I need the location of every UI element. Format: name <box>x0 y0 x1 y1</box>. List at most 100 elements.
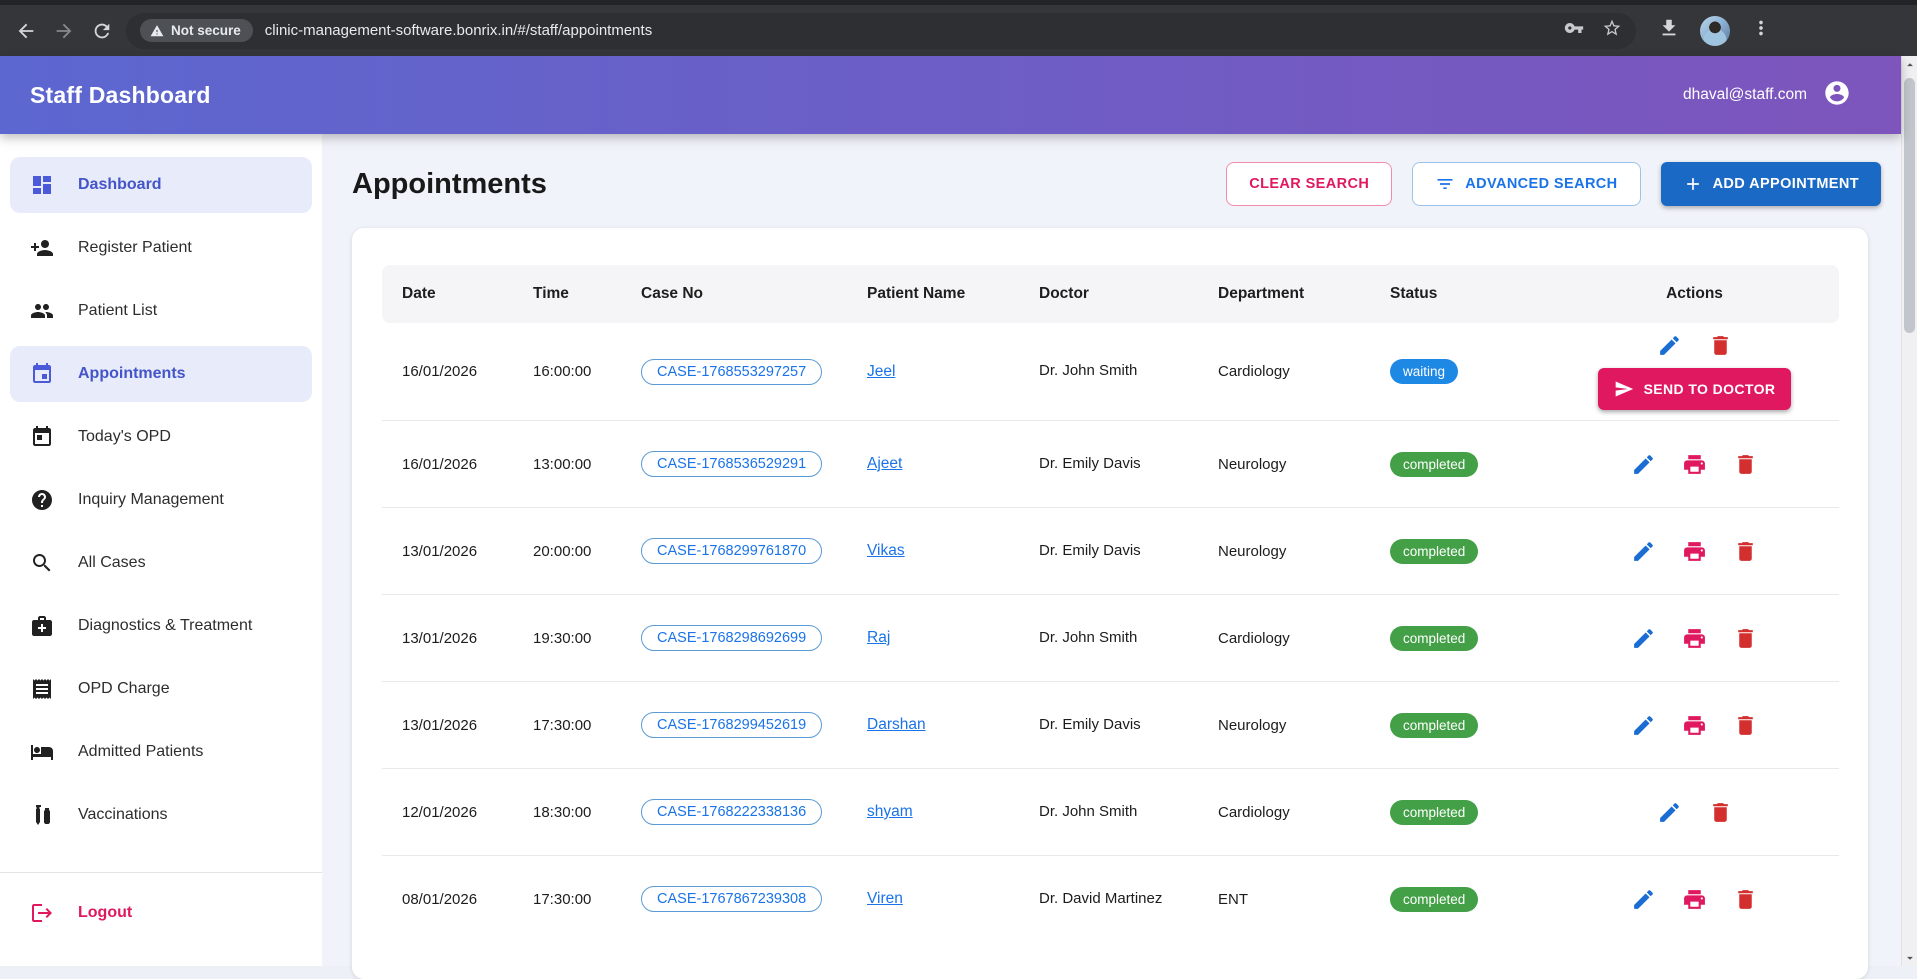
cell-time: 19:30:00 <box>513 595 621 682</box>
scrollbar-thumb[interactable] <box>1904 78 1915 333</box>
sidebar-item-inquiry-management[interactable]: Inquiry Management <box>10 472 312 528</box>
browser-forward-icon[interactable] <box>52 19 76 43</box>
case-number-badge: CASE-1767867239308 <box>641 886 822 912</box>
add-appointment-button[interactable]: ADD APPOINTMENT <box>1661 162 1881 206</box>
browser-back-icon[interactable] <box>14 19 38 43</box>
account-circle-icon[interactable] <box>1823 79 1851 112</box>
sidebar-item-opd-charge[interactable]: OPD Charge <box>10 661 312 717</box>
scroll-up-icon[interactable] <box>1902 56 1917 73</box>
cell-date: 13/01/2026 <box>382 508 513 595</box>
receipt-icon <box>30 677 54 701</box>
sidebar: Dashboard Register Patient Patient List … <box>0 134 322 966</box>
send-to-doctor-button[interactable]: SEND TO DOCTOR <box>1598 368 1792 410</box>
cell-date: 13/01/2026 <box>382 595 513 682</box>
column-header-department: Department <box>1198 265 1370 323</box>
filter-icon <box>1435 174 1455 194</box>
print-icon[interactable] <box>1682 539 1707 564</box>
send-icon <box>1614 379 1634 399</box>
help-icon <box>30 488 54 512</box>
page-scrollbar[interactable] <box>1901 56 1917 966</box>
cell-doctor: Dr. David Martinez <box>1019 856 1198 943</box>
table-row: 13/01/2026 20:00:00 CASE-1768299761870 V… <box>382 508 1839 595</box>
cell-department: Cardiology <box>1198 769 1370 856</box>
status-badge: completed <box>1390 452 1478 477</box>
print-icon[interactable] <box>1682 452 1707 477</box>
cell-time: 13:00:00 <box>513 421 621 508</box>
delete-icon[interactable] <box>1733 539 1758 564</box>
column-header-date: Date <box>382 265 513 323</box>
browser-menu-icon[interactable] <box>1750 17 1772 44</box>
status-badge: completed <box>1390 539 1478 564</box>
appointments-card: DateTimeCase NoPatient NameDoctorDepartm… <box>352 228 1868 979</box>
bookmark-star-icon[interactable] <box>1602 18 1622 43</box>
cell-doctor: Dr. Emily Davis <box>1019 682 1198 769</box>
sidebar-item-admitted-patients[interactable]: Admitted Patients <box>10 724 312 780</box>
patient-link[interactable]: shyam <box>867 803 913 820</box>
patient-link[interactable]: Raj <box>867 629 890 646</box>
patient-link[interactable]: Darshan <box>867 716 926 733</box>
password-key-icon[interactable] <box>1564 18 1584 43</box>
medical-cross-icon <box>30 614 54 638</box>
sidebar-item-diagnostics-treatment[interactable]: Diagnostics & Treatment <box>10 598 312 654</box>
edit-icon[interactable] <box>1631 626 1656 651</box>
delete-icon[interactable] <box>1708 800 1733 825</box>
table-row: 13/01/2026 19:30:00 CASE-1768298692699 R… <box>382 595 1839 682</box>
edit-icon[interactable] <box>1631 713 1656 738</box>
edit-icon[interactable] <box>1657 800 1682 825</box>
print-icon[interactable] <box>1682 713 1707 738</box>
warning-icon <box>150 24 164 38</box>
delete-icon[interactable] <box>1708 333 1733 358</box>
address-bar[interactable]: Not secure clinic-management-software.bo… <box>126 13 1636 49</box>
delete-icon[interactable] <box>1733 452 1758 477</box>
plus-icon <box>1683 174 1703 194</box>
sidebar-item-patient-list[interactable]: Patient List <box>10 283 312 339</box>
edit-icon[interactable] <box>1631 452 1656 477</box>
cell-date: 16/01/2026 <box>382 421 513 508</box>
sidebar-item-dashboard[interactable]: Dashboard <box>10 157 312 213</box>
vaccine-icon <box>30 803 54 827</box>
cell-date: 16/01/2026 <box>382 323 513 421</box>
print-icon[interactable] <box>1682 626 1707 651</box>
downloads-icon[interactable] <box>1658 17 1680 44</box>
cell-date: 13/01/2026 <box>382 682 513 769</box>
advanced-search-button[interactable]: ADVANCED SEARCH <box>1412 162 1640 206</box>
not-secure-chip[interactable]: Not secure <box>140 19 253 42</box>
edit-icon[interactable] <box>1631 887 1656 912</box>
sidebar-item-register-patient[interactable]: Register Patient <box>10 220 312 276</box>
delete-icon[interactable] <box>1733 713 1758 738</box>
clear-search-button[interactable]: CLEAR SEARCH <box>1226 162 1392 206</box>
browser-profile-avatar[interactable] <box>1700 16 1730 46</box>
cell-date: 12/01/2026 <box>382 769 513 856</box>
appointments-table: DateTimeCase NoPatient NameDoctorDepartm… <box>382 265 1839 942</box>
sidebar-item-logout[interactable]: Logout <box>10 885 312 941</box>
patient-link[interactable]: Ajeet <box>867 455 902 472</box>
delete-icon[interactable] <box>1733 626 1758 651</box>
print-icon[interactable] <box>1682 887 1707 912</box>
sidebar-item-vaccinations[interactable]: Vaccinations <box>10 787 312 843</box>
cell-doctor: Dr. Emily Davis <box>1019 421 1198 508</box>
cell-department: ENT <box>1198 856 1370 943</box>
app-header: Staff Dashboard dhaval@staff.com <box>0 56 1901 134</box>
cell-doctor: Dr. John Smith <box>1019 769 1198 856</box>
browser-reload-icon[interactable] <box>90 19 114 43</box>
status-badge: waiting <box>1390 359 1458 384</box>
cell-department: Neurology <box>1198 508 1370 595</box>
edit-icon[interactable] <box>1631 539 1656 564</box>
patient-link[interactable]: Jeel <box>867 363 895 380</box>
table-row: 16/01/2026 13:00:00 CASE-1768536529291 A… <box>382 421 1839 508</box>
sidebar-item-all-cases[interactable]: All Cases <box>10 535 312 591</box>
sidebar-item-appointments[interactable]: Appointments <box>10 346 312 402</box>
cell-time: 20:00:00 <box>513 508 621 595</box>
calendar-today-icon <box>30 425 54 449</box>
search-icon <box>30 551 54 575</box>
patient-link[interactable]: Vikas <box>867 542 905 559</box>
edit-icon[interactable] <box>1657 333 1682 358</box>
sidebar-divider <box>0 872 322 873</box>
status-badge: completed <box>1390 800 1478 825</box>
sidebar-item-today-s-opd[interactable]: Today's OPD <box>10 409 312 465</box>
delete-icon[interactable] <box>1733 887 1758 912</box>
cell-department: Cardiology <box>1198 595 1370 682</box>
column-header-status: Status <box>1370 265 1550 323</box>
patient-link[interactable]: Viren <box>867 890 903 907</box>
scroll-down-icon[interactable] <box>1902 949 1917 966</box>
